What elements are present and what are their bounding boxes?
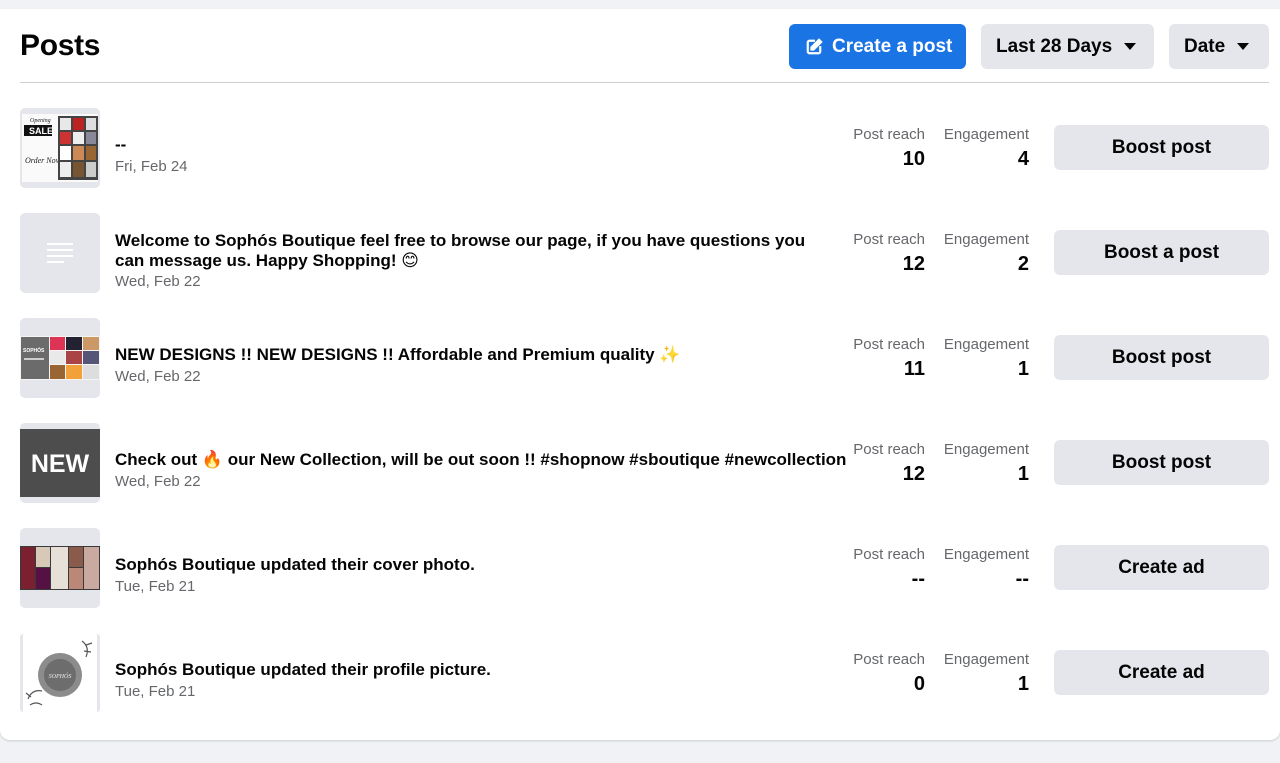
post-reach-value: 11 — [903, 358, 925, 380]
svg-text:NEW: NEW — [31, 450, 90, 478]
engagement-value: 1 — [1017, 463, 1029, 485]
post-thumbnail[interactable]: SOPHÓS — [20, 318, 100, 398]
boost-a-post-button[interactable]: Boost a post — [1054, 230, 1269, 275]
post-thumbnail[interactable]: NEW — [20, 423, 100, 503]
create-post-label: Create a post — [832, 35, 953, 57]
post-row[interactable]: Welcome to Sophós Boutique feel free to … — [20, 213, 1269, 293]
post-text[interactable]: -- — [115, 135, 825, 155]
svg-text:Order Now: Order Now — [25, 156, 62, 165]
post-date: Tue, Feb 21 — [115, 578, 196, 595]
posts-header: Posts Create a post Last 28 Days Date — [20, 9, 1269, 83]
post-date: Fri, Feb 24 — [115, 158, 188, 175]
post-thumbnail[interactable]: SOPHÓS — [20, 633, 100, 713]
post-date: Wed, Feb 22 — [115, 368, 201, 385]
post-text[interactable]: NEW DESIGNS !! NEW DESIGNS !! Affordable… — [115, 345, 825, 365]
sale-collage-image: Opening SALE Order Now — [22, 114, 98, 182]
svg-text:SOPHÓS: SOPHÓS — [49, 672, 72, 680]
post-reach-metric: Post reach 10 — [853, 126, 925, 172]
engagement-metric: Engagement 1 — [944, 441, 1029, 487]
post-reach-value: 0 — [913, 673, 925, 695]
post-reach-metric: Post reach 12 — [853, 231, 925, 277]
boost-post-button[interactable]: Boost post — [1054, 125, 1269, 170]
post-reach-label: Post reach — [853, 651, 925, 668]
post-text[interactable]: Welcome to Sophós Boutique feel free to … — [115, 231, 825, 271]
caret-down-icon — [1237, 43, 1250, 50]
post-reach-value: 10 — [902, 148, 925, 170]
post-reach-value: 12 — [902, 463, 925, 485]
date-range-dropdown[interactable]: Last 28 Days — [981, 24, 1154, 69]
svg-text:SOPHÓS: SOPHÓS — [23, 346, 45, 354]
caret-down-icon — [1124, 43, 1137, 50]
post-text[interactable]: Check out 🔥 our New Collection, will be … — [115, 450, 855, 470]
post-reach-metric: Post reach 11 — [853, 336, 925, 382]
boost-post-button[interactable]: Boost post — [1054, 440, 1269, 485]
engagement-label: Engagement — [943, 441, 1029, 458]
cover-collage-image — [20, 546, 100, 590]
post-thumbnail[interactable] — [20, 528, 100, 608]
post-reach-metric: Post reach -- — [853, 546, 925, 592]
post-reach-value: -- — [911, 568, 925, 590]
engagement-value: -- — [1015, 568, 1029, 590]
new-collection-image: NEW — [20, 429, 100, 497]
post-row[interactable]: SOPHÓS NEW DESIGNS !! NEW DESIGNS !! Aff… — [20, 318, 1269, 398]
engagement-label: Engagement — [943, 546, 1029, 563]
engagement-value: 4 — [1017, 148, 1029, 170]
post-row[interactable]: NEW Check out 🔥 our New Collection, will… — [20, 423, 1269, 503]
post-text[interactable]: Sophós Boutique updated their cover phot… — [115, 555, 825, 575]
engagement-value: 1 — [1017, 673, 1029, 695]
engagement-metric: Engagement -- — [944, 546, 1029, 592]
sort-dropdown[interactable]: Date — [1169, 24, 1269, 69]
create-ad-button[interactable]: Create ad — [1054, 545, 1269, 590]
engagement-label: Engagement — [943, 231, 1029, 248]
page-title: Posts — [20, 29, 101, 62]
post-text[interactable]: Sophós Boutique updated their profile pi… — [115, 660, 825, 680]
engagement-metric: Engagement 4 — [944, 126, 1029, 172]
post-date: Tue, Feb 21 — [115, 683, 196, 700]
engagement-value: 2 — [1017, 253, 1029, 275]
boost-post-button[interactable]: Boost post — [1054, 335, 1269, 380]
post-reach-label: Post reach — [853, 441, 925, 458]
post-row[interactable]: Opening SALE Order Now -- Fri, Feb 24 Po… — [20, 108, 1269, 188]
posts-panel: Posts Create a post Last 28 Days Date Op… — [0, 9, 1280, 740]
post-date: Wed, Feb 22 — [115, 273, 201, 290]
text-post-icon — [47, 243, 73, 263]
engagement-metric: Engagement 2 — [944, 231, 1029, 277]
engagement-label: Engagement — [943, 336, 1029, 353]
profile-logo-image: SOPHÓS — [23, 633, 97, 713]
create-ad-button[interactable]: Create ad — [1054, 650, 1269, 695]
designs-collage-image: SOPHÓS — [20, 336, 100, 380]
post-reach-label: Post reach — [853, 126, 925, 143]
post-row[interactable]: Sophós Boutique updated their cover phot… — [20, 528, 1269, 608]
engagement-label: Engagement — [943, 126, 1029, 143]
compose-icon — [806, 37, 823, 54]
engagement-label: Engagement — [943, 651, 1029, 668]
post-reach-value: 12 — [902, 253, 925, 275]
post-reach-metric: Post reach 0 — [853, 651, 925, 697]
post-reach-label: Post reach — [853, 336, 925, 353]
engagement-value: 1 — [1017, 358, 1029, 380]
post-date: Wed, Feb 22 — [115, 473, 201, 490]
post-thumbnail[interactable] — [20, 213, 100, 293]
post-reach-label: Post reach — [853, 546, 925, 563]
date-range-label: Last 28 Days — [996, 35, 1113, 57]
svg-text:SALE: SALE — [29, 126, 53, 136]
svg-text:Opening: Opening — [30, 118, 51, 124]
post-reach-label: Post reach — [853, 231, 925, 248]
create-post-button[interactable]: Create a post — [789, 24, 966, 69]
post-thumbnail[interactable]: Opening SALE Order Now — [20, 108, 100, 188]
sort-label: Date — [1184, 35, 1226, 57]
engagement-metric: Engagement 1 — [944, 336, 1029, 382]
engagement-metric: Engagement 1 — [944, 651, 1029, 697]
post-row[interactable]: SOPHÓS Sophós Boutique updated their pro… — [20, 633, 1269, 713]
post-reach-metric: Post reach 12 — [853, 441, 925, 487]
